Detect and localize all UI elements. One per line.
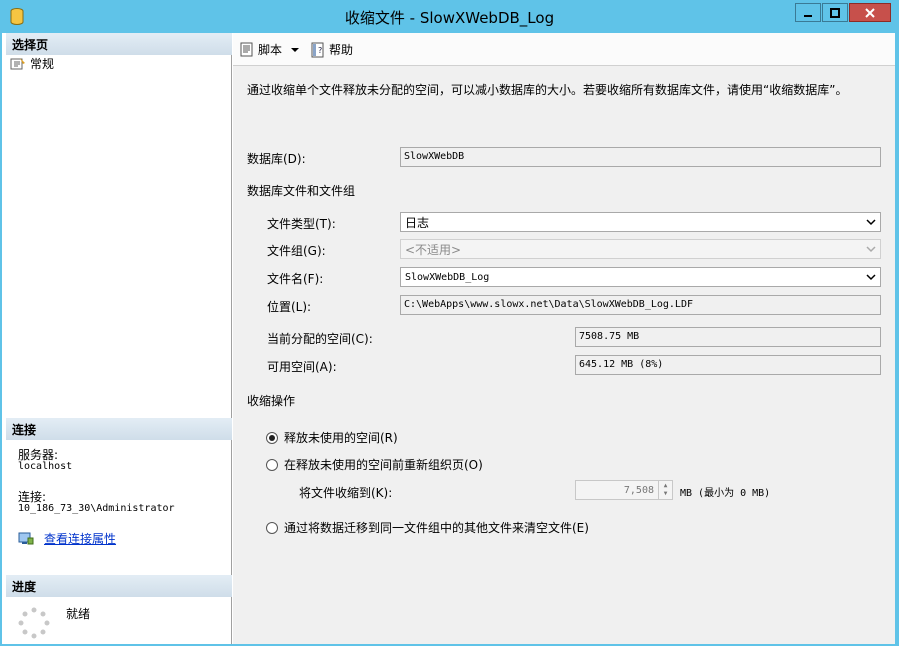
- chevron-down-icon: [866, 274, 876, 281]
- available-space-label: 可用空间(A):: [267, 360, 337, 374]
- page-item-label: 常规: [30, 57, 55, 71]
- help-icon: ?: [311, 42, 324, 57]
- right-pane: 脚本 ? 帮助 通过收缩单个文件释放未分配的空间，可以减小数据库的大小。若要收缩…: [233, 33, 895, 644]
- shrink-to-label: 将文件收缩到(K):: [299, 486, 393, 500]
- location-field: C:\WebApps\www.slowx.net\Data\SlowXWebDB…: [400, 295, 881, 315]
- radio-selected-icon: [266, 431, 278, 444]
- available-space-field: 645.12 MB (8%): [575, 355, 881, 375]
- script-label: 脚本: [258, 43, 283, 57]
- connection-info: 连接: 10_186_73_30\Administrator: [18, 491, 175, 515]
- release-unused-label: 释放未使用的空间(R): [284, 431, 398, 445]
- dialog-window: 收缩文件 - SlowXWebDB_Log 选择页 常规 连接 服务器: loc…: [0, 0, 899, 646]
- server-label: 服务器:: [18, 448, 59, 462]
- left-pane: 选择页 常规 连接 服务器: localhost 连接: 10_186_73_3…: [2, 33, 232, 644]
- filegroup-value: <不适用>: [405, 242, 462, 257]
- help-label: 帮助: [329, 43, 354, 57]
- shrink-to-value: 7,508: [623, 484, 654, 496]
- close-button[interactable]: [849, 3, 891, 22]
- database-field: SlowXWebDB: [400, 147, 881, 167]
- script-button[interactable]: 脚本: [239, 41, 302, 58]
- empty-file-radio[interactable]: 通过将数据迁移到同一文件组中的其他文件来清空文件(E): [266, 519, 589, 536]
- select-page-header: 选择页: [6, 33, 232, 55]
- file-name-select[interactable]: SlowXWebDB_Log: [400, 267, 881, 287]
- file-type-select[interactable]: 日志: [400, 212, 881, 232]
- window-title: 收缩文件 - SlowXWebDB_Log: [344, 9, 555, 27]
- empty-file-label: 通过将数据迁移到同一文件组中的其他文件来清空文件(E): [284, 521, 589, 535]
- shrink-to-unit: MB (最小为 0 MB): [680, 488, 771, 499]
- radio-unselected-icon: [266, 458, 278, 471]
- reorganize-label: 在释放未使用的空间前重新组织页(O): [284, 458, 483, 472]
- shrink-to-stepper[interactable]: 7,508 ▲ ▼: [575, 480, 673, 500]
- maximize-icon: [830, 7, 840, 18]
- view-connection-properties-link[interactable]: 查看连接属性: [18, 530, 116, 547]
- minimize-button[interactable]: [795, 3, 821, 22]
- help-button[interactable]: ? 帮助: [310, 41, 353, 58]
- properties-icon: [18, 532, 34, 544]
- filegroup-select[interactable]: <不适用>: [400, 239, 881, 259]
- chevron-down-icon: [866, 219, 876, 226]
- dialog-client: 选择页 常规 连接 服务器: localhost 连接: 10_186_73_3…: [2, 33, 895, 644]
- files-group-header: 数据库文件和文件组: [247, 184, 356, 198]
- connection-label: 连接:: [18, 490, 47, 504]
- description-text: 通过收缩单个文件释放未分配的空间，可以减小数据库的大小。若要收缩所有数据库文件，…: [247, 83, 848, 97]
- chevron-down-icon: [866, 246, 876, 253]
- general-page-icon: [10, 57, 25, 69]
- progress-spinner-icon: [18, 607, 50, 639]
- allocated-space-field: 7508.75 MB: [575, 327, 881, 347]
- title-bar[interactable]: 收缩文件 - SlowXWebDB_Log: [0, 0, 899, 33]
- svg-text:?: ?: [318, 46, 322, 55]
- allocated-space-label: 当前分配的空间(C):: [267, 332, 373, 346]
- server-value: localhost: [18, 461, 73, 472]
- view-connection-properties-label[interactable]: 查看连接属性: [44, 530, 116, 547]
- release-unused-radio[interactable]: 释放未使用的空间(R): [266, 429, 398, 446]
- file-name-label: 文件名(F):: [267, 272, 324, 286]
- database-label: 数据库(D):: [247, 152, 306, 166]
- reorganize-radio[interactable]: 在释放未使用的空间前重新组织页(O): [266, 456, 483, 473]
- file-type-value: 日志: [405, 215, 430, 230]
- filegroup-label: 文件组(G):: [267, 244, 326, 258]
- progress-status: 就绪: [66, 607, 91, 621]
- connection-value: 10_186_73_30\Administrator: [18, 503, 175, 514]
- maximize-button[interactable]: [822, 3, 848, 22]
- connection-header: 连接: [6, 418, 232, 440]
- progress-header: 进度: [6, 575, 232, 597]
- minimize-icon: [804, 14, 812, 17]
- chevron-down-icon: [291, 47, 300, 52]
- radio-unselected-icon: [266, 521, 278, 534]
- page-item-general[interactable]: 常规: [10, 55, 54, 72]
- close-icon: [865, 7, 875, 18]
- toolbar: 脚本 ? 帮助: [233, 33, 895, 66]
- script-icon: [240, 42, 253, 56]
- location-label: 位置(L):: [267, 300, 312, 314]
- shrink-action-header: 收缩操作: [247, 394, 296, 408]
- file-type-label: 文件类型(T):: [267, 217, 336, 231]
- server-info: 服务器: localhost: [18, 449, 72, 473]
- file-name-value: SlowXWebDB_Log: [405, 271, 490, 283]
- stepper-arrows-icon[interactable]: ▲ ▼: [658, 481, 672, 499]
